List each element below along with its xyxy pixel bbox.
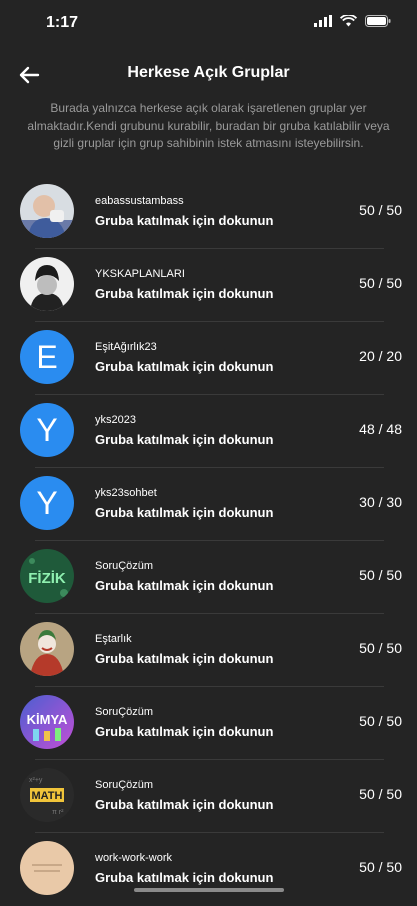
group-name: Eştarlık — [95, 633, 132, 645]
status-time: 1:17 — [46, 14, 79, 31]
group-list: eabassustambass Gruba katılmak için dokun… — [0, 176, 417, 906]
group-name: yks2023 — [95, 414, 136, 426]
svg-text:KİMYA: KİMYA — [27, 712, 68, 727]
member-count: 50 / 50 — [359, 275, 402, 291]
fizik-icon: FİZİKFİZİK — [20, 549, 74, 603]
join-prompt: Gruba katılmak için dokunun — [95, 651, 274, 666]
note-icon — [20, 841, 74, 895]
description-text: Burada yalnızca herkese açık olarak işar… — [27, 101, 390, 150]
group-name: work-work-work — [95, 852, 172, 864]
join-prompt: Gruba katılmak için dokunun — [95, 213, 274, 228]
math-icon: x²+yπ r²MATHMATH — [20, 768, 74, 822]
group-row[interactable]: Yyks2023 Gruba katılmak için dokunun 48 / … — [0, 395, 417, 468]
letter-avatar: E — [20, 330, 74, 384]
join-prompt: Gruba katılmak için dokunun — [95, 870, 274, 885]
group-name: YKSKAPLANLARI — [95, 268, 185, 280]
group-row[interactable]: work-work-work Gruba katılmak için dokunu… — [0, 833, 417, 906]
group-name: yks23sohbet — [95, 487, 157, 499]
member-count: 50 / 50 — [359, 786, 402, 802]
status-icons — [314, 15, 391, 27]
group-row[interactable]: Yyks23sohbet Gruba katılmak için dokunun 3… — [0, 468, 417, 541]
group-row[interactable]: FİZİKFİZİK SoruÇözüm Gruba katılmak için d… — [0, 541, 417, 614]
signal-icon — [314, 15, 332, 27]
join-prompt: Gruba katılmak için dokunun — [95, 797, 274, 812]
letter-avatar: Y — [20, 403, 74, 457]
svg-text:FİZİK: FİZİK — [28, 570, 66, 587]
group-row[interactable]: eabassustambass Gruba katılmak için dokun… — [0, 176, 417, 249]
join-prompt: Gruba katılmak için dokunun — [95, 578, 274, 593]
member-count: 48 / 48 — [359, 421, 402, 437]
avatar-letter: E — [36, 338, 58, 375]
member-count: 20 / 20 — [359, 348, 402, 364]
group-row[interactable]: x²+yπ r²MATHMATHSoruÇözümGruba katılmak … — [0, 760, 417, 833]
wifi-icon — [340, 15, 357, 27]
group-row[interactable]: Eştarlık Gruba katılmak için dokunun 50 / … — [0, 614, 417, 687]
join-prompt: Gruba katılmak için dokunun — [95, 724, 274, 739]
group-name: eabassustambass — [95, 195, 184, 207]
member-count: 50 / 50 — [359, 859, 402, 875]
join-prompt: Gruba katılmak için dokunun — [95, 359, 274, 374]
member-count: 50 / 50 — [359, 713, 402, 729]
svg-text:MATH: MATH — [32, 790, 63, 802]
battery-icon — [365, 15, 391, 27]
kimya-icon: KİMYAKİMYA — [20, 695, 74, 749]
photo-man-icon — [20, 184, 74, 238]
avatar-letter: Y — [36, 411, 58, 448]
svg-text:π r²: π r² — [52, 809, 64, 816]
page-title: Herkese Açık Gruplar — [127, 64, 290, 81]
home-indicator — [134, 888, 284, 892]
group-name: SoruÇözüm — [95, 560, 154, 572]
member-count: 50 / 50 — [359, 567, 402, 583]
letter-avatar: Y — [20, 476, 74, 530]
join-prompt: Gruba katılmak için dokunun — [95, 286, 274, 301]
svg-text:x²+y: x²+y — [29, 777, 43, 784]
group-name: SoruÇözüm — [95, 779, 154, 791]
avatar-letter: Y — [36, 484, 58, 521]
group-row[interactable]: E EşitAğırlık23 Gruba katılmak için dokunu… — [0, 322, 417, 395]
group-row[interactable]: KİMYAKİMYA SoruÇözüm Gruba katılmak için d… — [0, 687, 417, 760]
photo-portrait-icon — [20, 257, 74, 311]
join-prompt: Gruba katılmak için dokunun — [95, 432, 274, 447]
group-name: EşitAğırlık23 — [95, 341, 157, 353]
member-count: 50 / 50 — [359, 202, 402, 218]
joker-icon — [20, 622, 74, 676]
group-row[interactable]: YKSKAPLANLARI Gruba katılmak için dokunun… — [0, 249, 417, 322]
status-bar: 1:17 — [0, 0, 417, 44]
join-prompt: Gruba katılmak için dokunun — [95, 505, 274, 520]
nav-bar: Herkese Açık Gruplar — [0, 44, 417, 104]
member-count: 50 / 50 — [359, 640, 402, 656]
group-name: SoruÇözüm — [95, 706, 154, 718]
member-count: 30 / 30 — [359, 494, 402, 510]
